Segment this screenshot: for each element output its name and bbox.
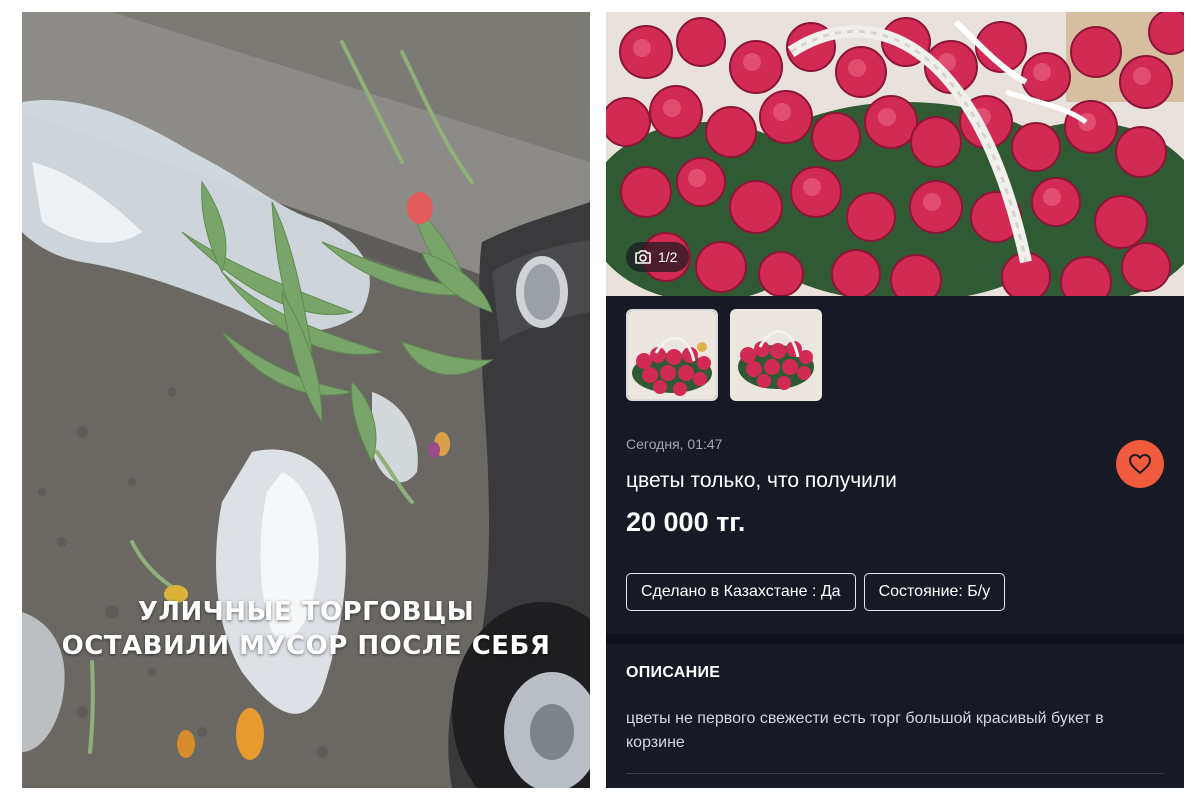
thumbnail-strip <box>626 309 822 401</box>
listing-tags: Сделано в Казахстане : Да Состояние: Б/у <box>626 573 1006 611</box>
description-heading: ОПИСАНИЕ <box>626 664 721 681</box>
photo-counter-label: 1/2 <box>658 249 678 265</box>
photo-caption: УЛИЧНЫЕ ТОРГОВЦЫ ОСТАВИЛИ МУСОР ПОСЛЕ СЕ… <box>22 595 590 663</box>
bottom-divider <box>626 773 1164 774</box>
photo-counter: 1/2 <box>626 242 690 272</box>
listing-title: цветы только, что получили <box>626 469 897 492</box>
rose-basket-image <box>606 12 1184 296</box>
description-text: цветы не первого свежести есть торг боль… <box>626 710 1104 751</box>
listing-date: Сегодня, 01:47 <box>626 436 723 452</box>
listing-price: 20 000 тг. <box>626 507 746 537</box>
listing-screen: 1/2 Сегодня, 01:47 цветы только, что пол… <box>606 12 1184 788</box>
caption-line-2: ОСТАВИЛИ МУСОР ПОСЛЕ СЕБЯ <box>61 631 551 661</box>
section-divider <box>606 634 1184 644</box>
thumbnail-2[interactable] <box>730 309 822 401</box>
favorite-button[interactable] <box>1116 440 1164 488</box>
tag-made-in-kazakhstan[interactable]: Сделано в Казахстане : Да <box>626 573 856 611</box>
heart-icon <box>1129 454 1151 474</box>
caption-line-1: УЛИЧНЫЕ ТОРГОВЦЫ <box>137 597 475 627</box>
main-photo[interactable]: 1/2 <box>606 12 1184 296</box>
thumbnail-1[interactable] <box>626 309 718 401</box>
tag-condition[interactable]: Состояние: Б/у <box>863 573 1006 611</box>
camera-icon <box>634 249 652 265</box>
street-photo: УЛИЧНЫЕ ТОРГОВЦЫ ОСТАВИЛИ МУСОР ПОСЛЕ СЕ… <box>22 12 590 788</box>
street-litter-image <box>22 12 590 788</box>
